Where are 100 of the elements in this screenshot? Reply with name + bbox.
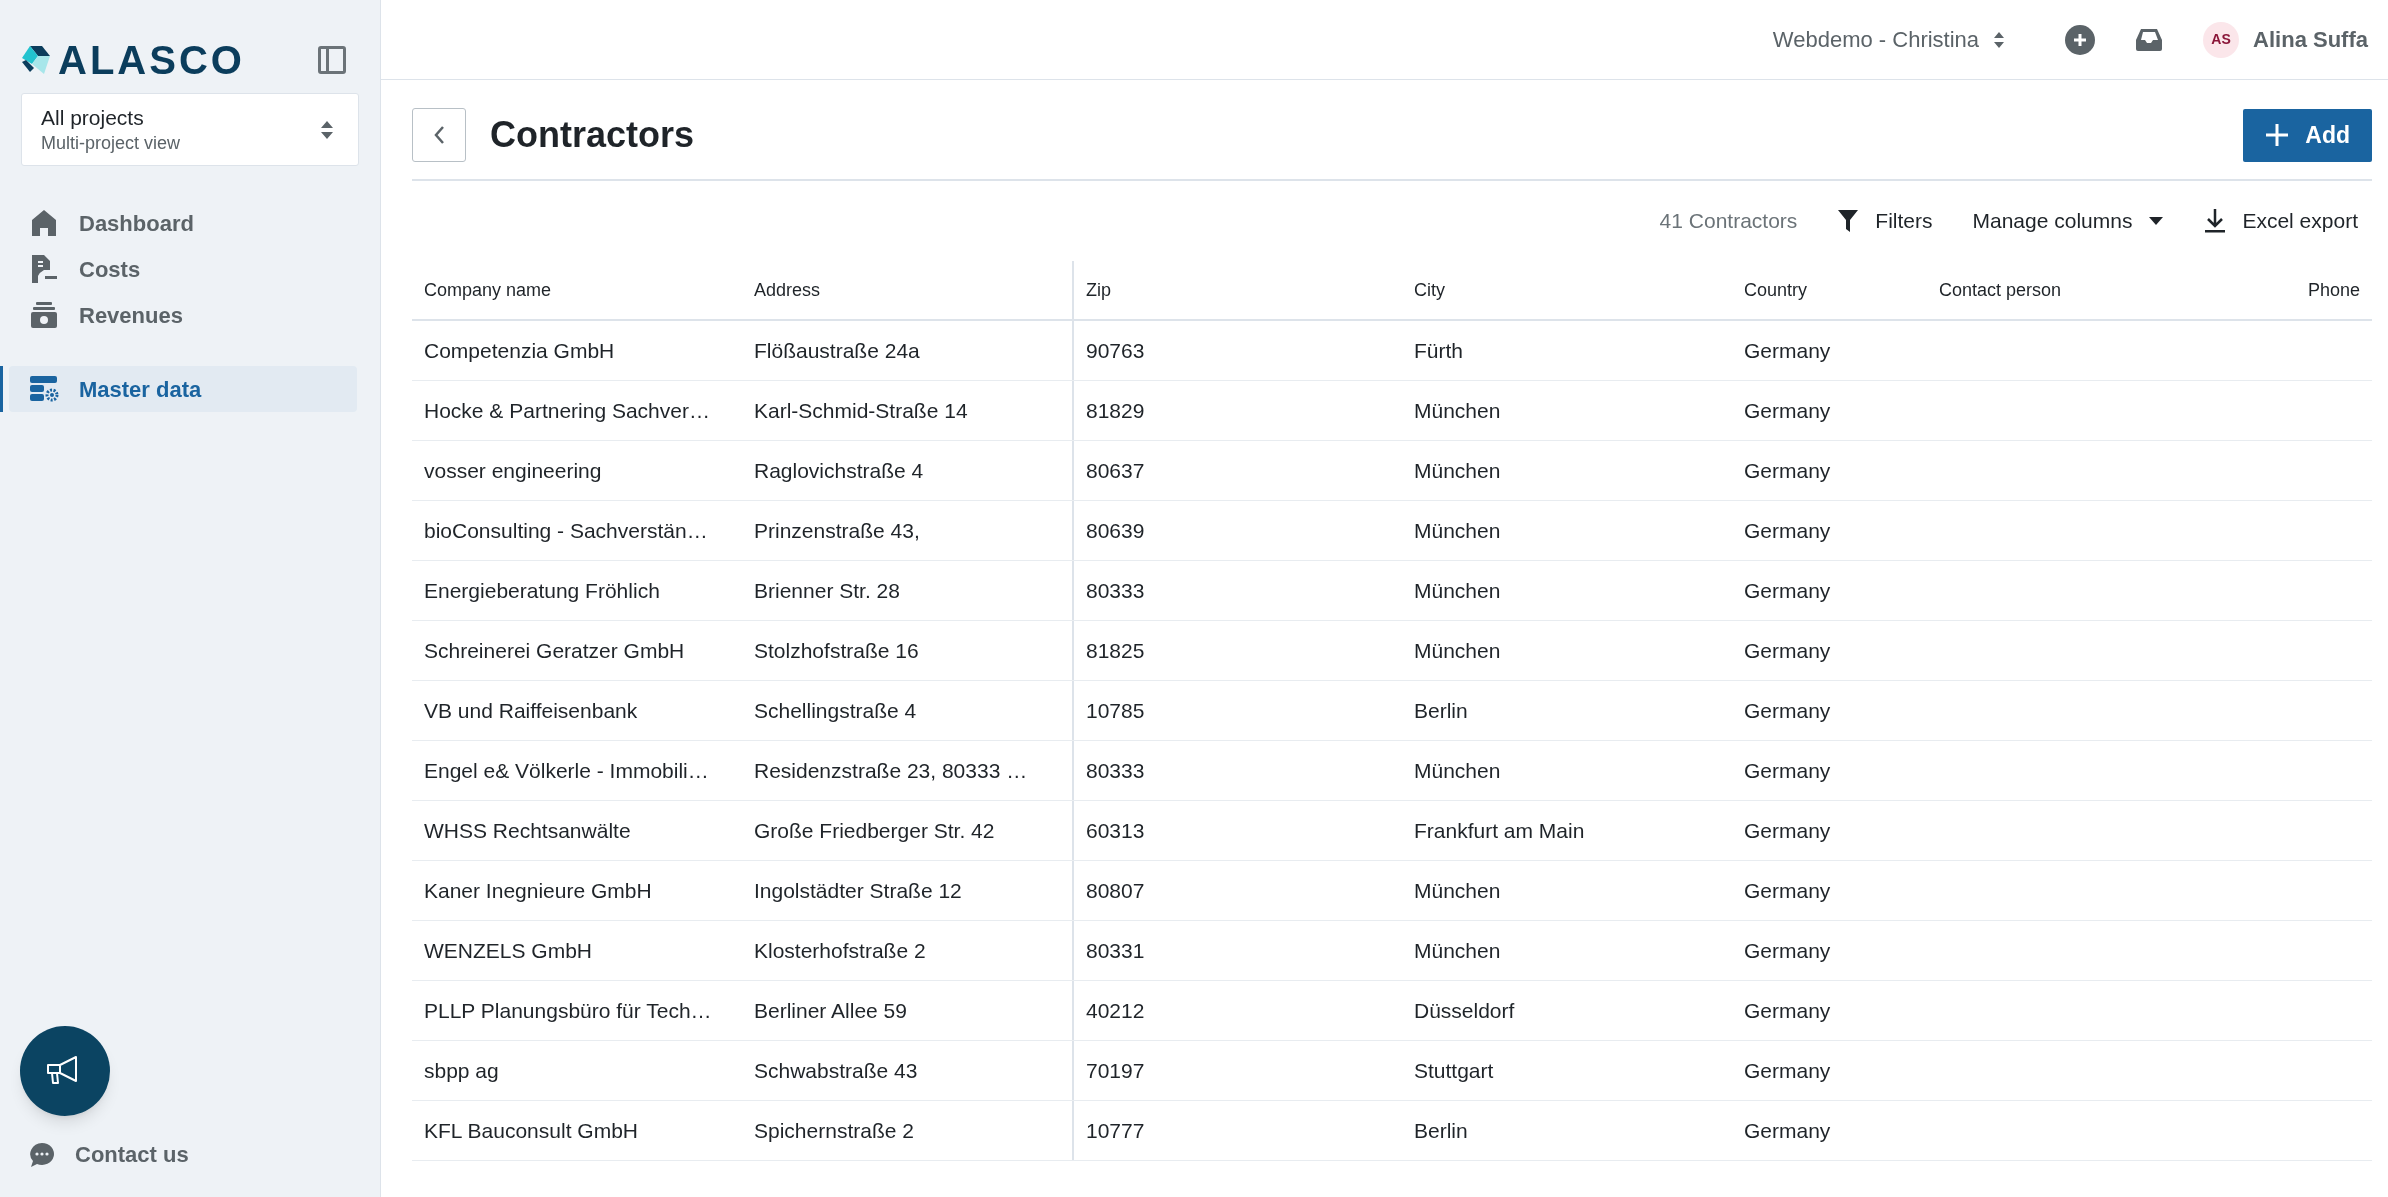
table-cell-text: Energieberatung Fröhlich: [424, 577, 660, 604]
table-cell-text: 80331: [1086, 937, 1145, 964]
table-cell-text: Germany: [1744, 457, 1831, 484]
collapse-sidebar-button[interactable]: [318, 46, 346, 74]
table-cell-text: 80333: [1086, 757, 1145, 784]
table-row[interactable]: KFL Bauconsult GmbH Spichernstraße 2 10777 Berlin Germany: [412, 1101, 2372, 1161]
table-cell-text: Germany: [1744, 997, 1831, 1024]
table-cell-text: Schreinerei Geratzer GmbH: [424, 637, 685, 664]
table-cell-text: 80333: [1086, 577, 1145, 604]
table-cell-text: Stuttgart: [1414, 1057, 1494, 1084]
table-cell-text: Germany: [1744, 937, 1831, 964]
table-cell-text: Schwabstraße 43: [754, 1057, 918, 1084]
table-cell-text: 70197: [1086, 1057, 1145, 1084]
table-row[interactable]: Kaner Inegnieure GmbH Ingolstädter Straße 12 80807 München Germany: [412, 861, 2372, 921]
table-cell-text: Germany: [1744, 517, 1831, 544]
column-header[interactable]: Contact person: [1939, 276, 2062, 304]
toolbar-button[interactable]: Manage columns: [1972, 205, 2165, 237]
table-cell-text: Germany: [1744, 817, 1831, 844]
table-row[interactable]: PLLP Planungsbüro für Tech… Berliner Allee 59 40212 Düsseldorf Germany: [412, 981, 2372, 1041]
contact-us-link[interactable]: Contact us: [29, 1138, 380, 1171]
table-cell-text: 80807: [1086, 877, 1145, 904]
page-title: Contractors: [490, 113, 695, 157]
table-cell-text: Germany: [1744, 637, 1831, 664]
table-cell-text: Brienner Str. 28: [754, 577, 900, 604]
column-header[interactable]: Zip: [1086, 276, 1111, 304]
add-icon[interactable]: [2065, 24, 2096, 55]
table-cell-text: München: [1414, 517, 1501, 544]
table-cell-text: Kaner Inegnieure GmbH: [424, 877, 652, 904]
table-cell-text: Düsseldorf: [1414, 997, 1515, 1024]
table-cell-text: Klosterhofstraße 2: [754, 937, 926, 964]
workspace-selector[interactable]: Webdemo - Christina: [1772, 23, 2006, 56]
table-cell-text: Germany: [1744, 397, 1831, 424]
table-cell-text: Germany: [1744, 697, 1831, 724]
table-cell-text: sbpp ag: [424, 1057, 499, 1084]
toolbar-button[interactable]: Filters: [1837, 205, 1933, 237]
table-row[interactable]: WENZELS GmbH Klosterhofstraße 2 80331 München Germany: [412, 921, 2372, 981]
table-cell-text: Germany: [1744, 877, 1831, 904]
table-row[interactable]: Engel e& Völkerle - Immobili… Residenzstraße 23, 80333 … 80333 München Germany: [412, 741, 2372, 801]
table-cell-text: München: [1414, 457, 1501, 484]
column-header[interactable]: Phone: [2307, 276, 2360, 304]
table-row[interactable]: Competenzia GmbH Flößaustraße 24a 90763 Fürth Germany: [412, 321, 2372, 381]
table-cell-text: 80639: [1086, 517, 1145, 544]
table-cell-text: Germany: [1744, 1057, 1831, 1084]
table-cell-text: bioConsulting - Sachverstän…: [424, 517, 708, 544]
table-cell-text: 60313: [1086, 817, 1145, 844]
nav-item[interactable]: Costs: [9, 246, 357, 292]
chevron-left-icon: [433, 125, 445, 145]
table-row[interactable]: Hocke & Partnering Sachver… Karl-Schmid-Straße 14 81829 München Germany: [412, 381, 2372, 441]
column-header[interactable]: Address: [754, 276, 821, 304]
table-cell-text: Hocke & Partnering Sachver…: [424, 397, 710, 424]
sort-arrows-icon: [320, 119, 334, 140]
table-cell-text: Prinzenstraße 43,: [754, 517, 920, 544]
table-row[interactable]: Energieberatung Fröhlich Brienner Str. 28 80333 München Germany: [412, 561, 2372, 621]
table-cell-text: München: [1414, 577, 1501, 604]
cash-register-icon: [30, 301, 58, 329]
table-row[interactable]: Schreinerei Geratzer GmbH Stolzhofstraße 16 81825 München Germany: [412, 621, 2372, 681]
table-cell-text: 90763: [1086, 337, 1145, 364]
table-row[interactable]: WHSS Rechtsanwälte Große Friedberger Str. 42 60313 Frankfurt am Main Germany: [412, 801, 2372, 861]
project-selector[interactable]: All projects Multi-project view: [21, 93, 359, 166]
logo-text: ALASCO: [58, 40, 245, 80]
inbox-icon[interactable]: [2135, 27, 2164, 52]
table-cell-text: Berlin: [1414, 1117, 1468, 1144]
logo-icon: [20, 44, 52, 76]
table-cell-text: 81825: [1086, 637, 1145, 664]
table-cell-text: München: [1414, 637, 1501, 664]
table-row[interactable]: sbpp ag Schwabstraße 43 70197 Stuttgart Germany: [412, 1041, 2372, 1101]
home-icon: [31, 209, 57, 237]
table-row[interactable]: vosser engineering Raglovichstraße 4 80637 München Germany: [412, 441, 2372, 501]
download-icon: [2204, 208, 2227, 234]
add-button[interactable]: Add: [2243, 108, 2372, 162]
nav-item[interactable]: Master data: [9, 366, 357, 412]
table-row[interactable]: VB und Raiffeisenbank Schellingstraße 4 10785 Berlin Germany: [412, 681, 2372, 741]
column-header[interactable]: Company name: [424, 276, 552, 304]
table-cell-text: Residenzstraße 23, 80333 …: [754, 757, 1028, 784]
user-avatar[interactable]: AS: [2203, 21, 2240, 58]
toolbar-button[interactable]: Excel export: [2204, 205, 2358, 237]
nav-item[interactable]: Dashboard: [9, 200, 357, 246]
table-cell-text: Engel e& Völkerle - Immobili…: [424, 757, 709, 784]
table-cell-text: München: [1414, 877, 1501, 904]
table-cell-text: 80637: [1086, 457, 1145, 484]
table-cell-text: Berliner Allee 59: [754, 997, 907, 1024]
contractor-count: 41 Contractors: [1659, 208, 1798, 235]
user-name: Alina Suffa: [2253, 26, 2368, 54]
table-cell-text: München: [1414, 757, 1501, 784]
table-cell-text: Stolzhofstraße 16: [754, 637, 919, 664]
database-settings-icon: [29, 375, 59, 403]
table-cell-text: 81829: [1086, 397, 1145, 424]
plus-icon: [2265, 123, 2290, 147]
table-cell-text: WHSS Rechtsanwälte: [424, 817, 631, 844]
table-cell-text: VB und Raiffeisenbank: [424, 697, 638, 724]
table-cell-text: Fürth: [1414, 337, 1463, 364]
table-cell-text: Karl-Schmid-Straße 14: [754, 397, 968, 424]
table-cell-text: Germany: [1744, 577, 1831, 604]
caret-icon: [2148, 216, 2165, 226]
table-row[interactable]: bioConsulting - Sachverstän… Prinzenstraße 43, 80639 München Germany: [412, 501, 2372, 561]
column-header[interactable]: City: [1414, 276, 1445, 304]
nav-item[interactable]: Revenues: [9, 292, 357, 338]
table-cell-text: KFL Bauconsult GmbH: [424, 1117, 638, 1144]
column-header[interactable]: Country: [1744, 276, 1808, 304]
table-cell-text: 10777: [1086, 1117, 1145, 1144]
